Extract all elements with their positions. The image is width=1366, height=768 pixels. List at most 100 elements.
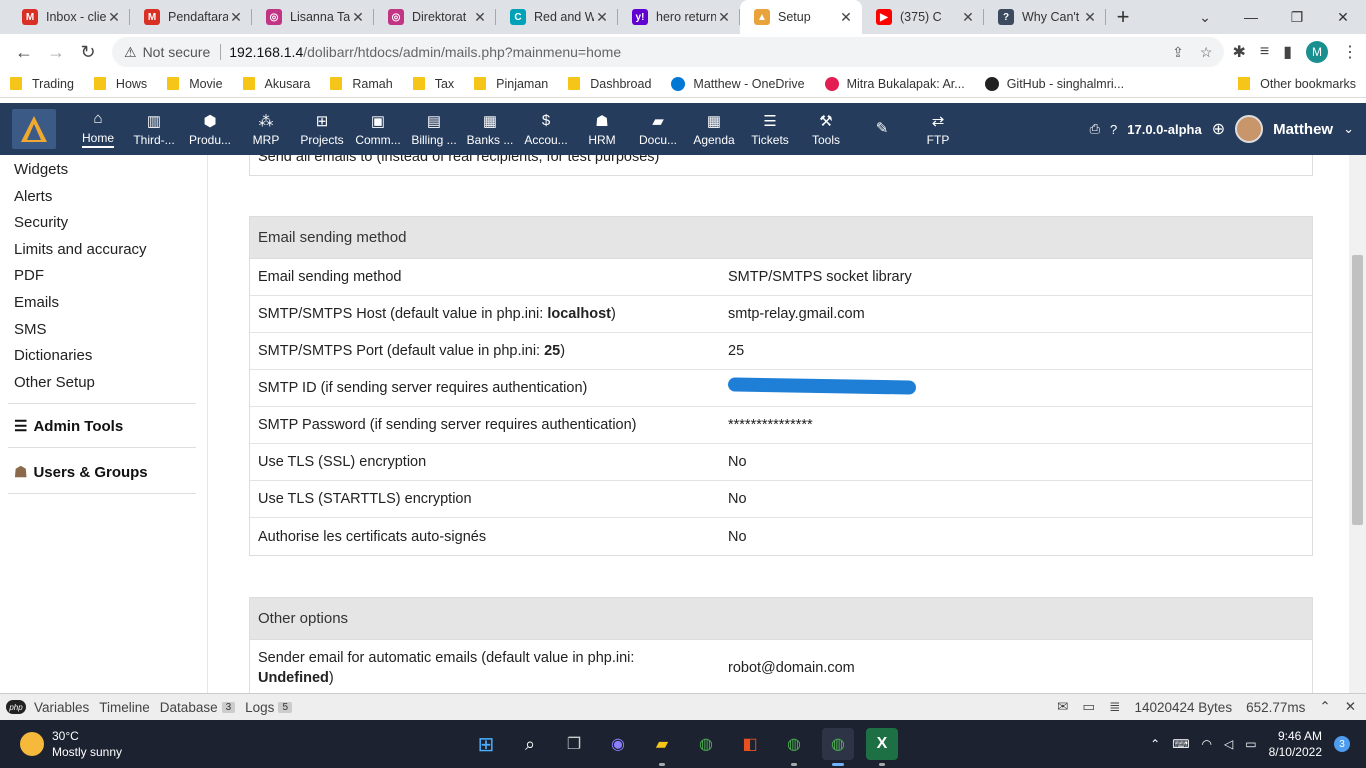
left-menu-item[interactable]: SMS: [14, 321, 47, 338]
wifi-icon[interactable]: ◠: [1202, 737, 1212, 751]
menu-dots-icon[interactable]: ⋮: [1342, 42, 1358, 62]
bookmark-item[interactable]: GitHub - singhalmri...: [984, 76, 1124, 91]
side-panel-icon[interactable]: ▮: [1283, 42, 1292, 62]
page-scrollbar[interactable]: [1349, 155, 1366, 693]
bookmark-item[interactable]: Dashbroad: [568, 77, 651, 91]
other-bookmarks[interactable]: Other bookmarks: [1238, 77, 1356, 91]
close-icon[interactable]: ✕: [838, 9, 854, 26]
close-icon[interactable]: ✕: [1082, 9, 1098, 26]
bookmark-item[interactable]: Akusara: [242, 77, 310, 91]
chrome-profile-icon[interactable]: ◍: [778, 728, 810, 766]
search-icon[interactable]: ⌕: [514, 728, 546, 760]
browser-tab[interactable]: ◎ Direktorat ✕: [374, 0, 496, 34]
browser-tab[interactable]: ▶ (375) C ✕: [862, 0, 984, 34]
tab-search-icon[interactable]: ⌄: [1182, 0, 1228, 34]
top-menu-tickets[interactable]: ☰ Tickets: [742, 103, 798, 155]
browser-tab[interactable]: y! hero return ✕: [618, 0, 740, 34]
close-window-icon[interactable]: ✕: [1320, 0, 1366, 34]
close-icon[interactable]: ✕: [350, 9, 366, 26]
start-icon[interactable]: ⊞: [470, 728, 502, 760]
users-groups-link[interactable]: ☗ Users & Groups: [14, 463, 148, 482]
bookmark-item[interactable]: Mitra Bukalapak: Ar...: [824, 76, 965, 91]
top-menu-ftp[interactable]: ⇄ FTP: [910, 103, 966, 155]
debug-tab[interactable]: Logs 5: [245, 700, 292, 715]
bookmark-item[interactable]: Hows: [93, 77, 147, 91]
top-menu-edit[interactable]: ✎: [854, 103, 910, 155]
notification-badge[interactable]: 3: [1334, 736, 1350, 752]
close-icon[interactable]: ✕: [960, 9, 976, 26]
chevron-down-icon[interactable]: ⌄: [1343, 121, 1354, 137]
php-icon[interactable]: php: [6, 700, 26, 714]
meet-icon[interactable]: ◉: [602, 728, 634, 760]
bookmark-item[interactable]: Movie: [167, 77, 223, 91]
admin-tools-link[interactable]: ☰ Admin Tools: [14, 417, 123, 436]
reload-icon[interactable]: ↻: [72, 36, 104, 68]
debug-tab[interactable]: Variables: [34, 700, 89, 715]
top-menu-tools[interactable]: ⚒ Tools: [798, 103, 854, 155]
battery-icon[interactable]: ▭: [1245, 737, 1256, 751]
task-view-icon[interactable]: ❐: [558, 728, 590, 760]
left-menu-item[interactable]: PDF: [14, 267, 44, 284]
clock[interactable]: 9:46 AM 8/10/2022: [1269, 728, 1322, 760]
bookmark-star-icon[interactable]: ☆: [1200, 44, 1213, 61]
restore-icon[interactable]: ❐: [1274, 0, 1320, 34]
top-menu-accou[interactable]: $ Accou...: [518, 103, 574, 155]
user-avatar[interactable]: [1235, 115, 1264, 143]
weather-widget[interactable]: 30°C Mostly sunny: [20, 728, 122, 760]
top-menu-banks[interactable]: ▦ Banks ...: [462, 103, 518, 155]
top-menu-produ[interactable]: ⬢ Produ...: [182, 103, 238, 155]
left-menu-item[interactable]: Emails: [14, 294, 59, 311]
print-icon[interactable]: ⎙: [1090, 121, 1100, 137]
top-menu-mrp[interactable]: ⁂ MRP: [238, 103, 294, 155]
browser-tab[interactable]: M Pendaftara ✕: [130, 0, 252, 34]
top-menu-docu[interactable]: ▰ Docu...: [630, 103, 686, 155]
collapse-icon[interactable]: ⌃: [1319, 699, 1330, 715]
minimize-icon[interactable]: —: [1228, 0, 1274, 34]
close-icon[interactable]: ✕: [228, 9, 244, 26]
close-icon[interactable]: ✕: [594, 9, 610, 26]
browser-tab[interactable]: ? Why Can't ✕: [984, 0, 1106, 34]
left-menu-item[interactable]: Security: [14, 214, 68, 231]
top-menu-billing[interactable]: ▤ Billing ...: [406, 103, 462, 155]
mail-icon[interactable]: ✉: [1057, 699, 1068, 715]
bookmark-item[interactable]: Ramah: [330, 77, 393, 91]
media-icon[interactable]: ≡: [1260, 43, 1269, 61]
browser-tab[interactable]: M Inbox - clie ✕: [8, 0, 130, 34]
left-menu-item[interactable]: Limits and accuracy: [14, 241, 147, 258]
chrome-active-icon[interactable]: ◍: [822, 728, 854, 766]
bookmark-item[interactable]: Matthew - OneDrive: [671, 76, 805, 91]
back-icon[interactable]: ←: [8, 36, 40, 68]
quick-add-icon[interactable]: ⊕: [1212, 119, 1225, 139]
debug-tab[interactable]: Timeline: [99, 700, 150, 715]
extensions-icon[interactable]: ✱: [1232, 42, 1245, 62]
chevron-up-icon[interactable]: ⌃: [1150, 737, 1160, 751]
bookmark-item[interactable]: Trading: [10, 77, 74, 91]
close-icon[interactable]: ✕: [472, 9, 488, 26]
help-icon[interactable]: ?: [1110, 122, 1117, 137]
browser-tab[interactable]: ◎ Lisanna Ta ✕: [252, 0, 374, 34]
close-icon[interactable]: ✕: [106, 9, 122, 26]
file-explorer-icon[interactable]: ▰: [646, 728, 678, 766]
top-menu-agenda[interactable]: ▦ Agenda: [686, 103, 742, 155]
bookmark-item[interactable]: Pinjaman: [474, 77, 548, 91]
debug-tab[interactable]: Database 3: [160, 700, 236, 715]
scrollbar-thumb[interactable]: [1352, 255, 1363, 525]
address-bar[interactable]: ⚠ Not secure 192.168.1.4/dolibarr/htdocs…: [112, 37, 1225, 67]
excel-icon[interactable]: X: [866, 728, 898, 766]
browser-tab[interactable]: ▲ Setup ✕: [740, 0, 862, 34]
left-menu-item[interactable]: Alerts: [14, 188, 52, 205]
top-menu-hrm[interactable]: ☗ HRM: [574, 103, 630, 155]
left-menu-item[interactable]: Other Setup: [14, 374, 95, 391]
browser-tab[interactable]: C Red and W ✕: [496, 0, 618, 34]
top-menu-third[interactable]: ▥ Third-...: [126, 103, 182, 155]
top-menu-comm[interactable]: ▣ Comm...: [350, 103, 406, 155]
top-menu-home[interactable]: ⌂ Home: [70, 103, 126, 155]
user-menu[interactable]: Matthew: [1273, 121, 1333, 138]
dolibarr-logo[interactable]: [12, 109, 56, 149]
close-debugbar-icon[interactable]: ✕: [1345, 699, 1356, 715]
close-icon[interactable]: ✕: [716, 9, 732, 26]
office-icon[interactable]: ◧: [734, 728, 766, 760]
left-menu-item[interactable]: Widgets: [14, 161, 68, 178]
new-tab-button[interactable]: +: [1106, 0, 1140, 34]
top-menu-projects[interactable]: ⊞ Projects: [294, 103, 350, 155]
